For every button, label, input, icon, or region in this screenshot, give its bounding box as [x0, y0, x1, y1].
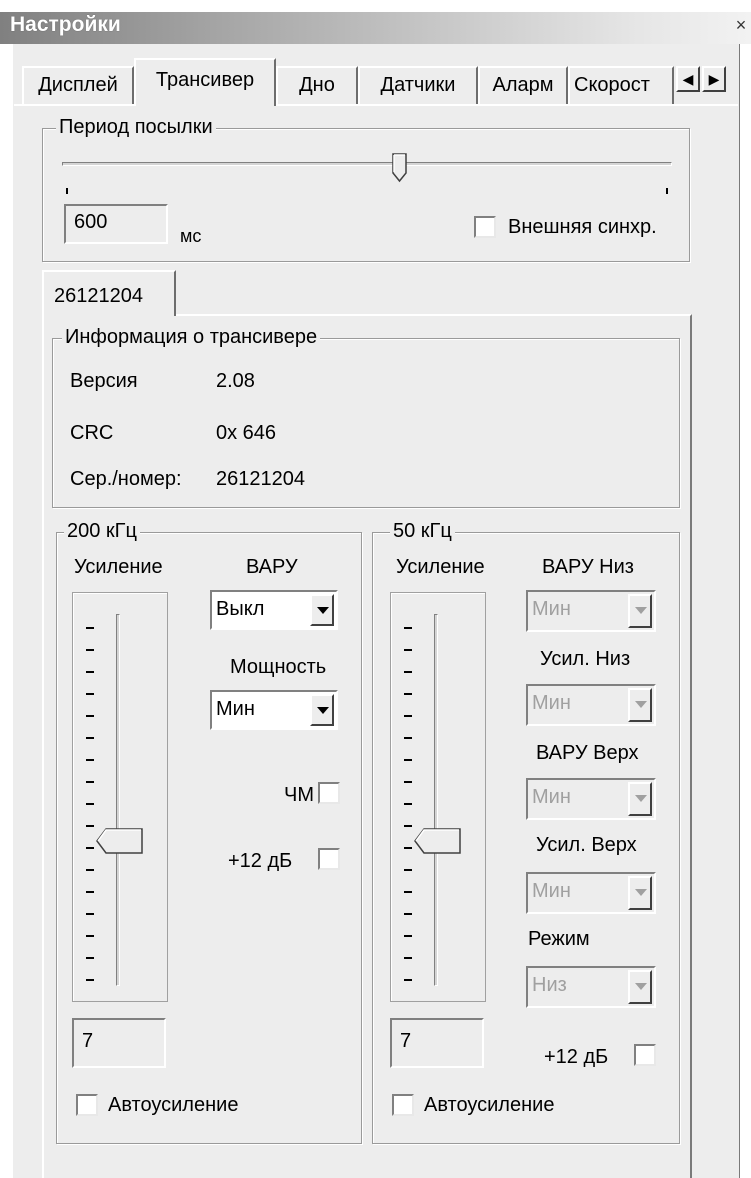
- freq50-gain-value-field: 7: [390, 1018, 484, 1068]
- tab-transceiver-serial[interactable]: 26121204: [42, 270, 176, 316]
- freq50-gain-low-label: Усил. Низ: [540, 648, 631, 670]
- chevron-down-icon[interactable]: [628, 594, 652, 628]
- period-slider-track[interactable]: [62, 162, 672, 166]
- info-group-label: Информация о трансивере: [62, 326, 321, 348]
- tab-strip-divider: [14, 104, 738, 106]
- tab-bottom[interactable]: Дно: [276, 66, 358, 104]
- tab-label: Аларм: [492, 74, 554, 96]
- period-slider-thumb[interactable]: [392, 153, 408, 183]
- tab-label: Дно: [299, 74, 335, 96]
- freq50-plus12-label: +12 дБ: [544, 1046, 609, 1068]
- tab-scroll-left-icon[interactable]: ◀: [676, 66, 700, 92]
- freq50-gain-label: Усиление: [396, 556, 485, 578]
- tab-label: Скорост: [574, 74, 650, 96]
- period-group-label: Период посылки: [56, 116, 216, 138]
- chevron-down-icon[interactable]: [628, 876, 652, 910]
- tab-scroll-right-icon[interactable]: ▶: [702, 66, 726, 92]
- tab-sensors[interactable]: Датчики: [358, 66, 478, 104]
- freq50-gain-thumb[interactable]: [414, 828, 462, 854]
- tab-speed[interactable]: Скорост: [568, 66, 674, 104]
- freq200-chm-checkbox[interactable]: [318, 782, 340, 804]
- freq200-gain-label: Усиление: [74, 556, 163, 578]
- chevron-down-icon[interactable]: [628, 688, 652, 722]
- freq50-gain-low-select[interactable]: Мин: [526, 684, 656, 726]
- freq50-varu-high-value: Мин: [532, 786, 571, 808]
- freq50-varu-low-label: ВАРУ Низ: [542, 556, 634, 578]
- ext-sync-label: Внешняя синхр.: [508, 216, 657, 238]
- freq50-gain-high-select[interactable]: Мин: [526, 872, 656, 914]
- slider-tick: [66, 188, 68, 194]
- slider-tick: [666, 188, 668, 194]
- freq200-gain-track[interactable]: [116, 614, 120, 986]
- freq50-varu-low-value: Мин: [532, 598, 571, 620]
- right-arrow-glyph: ▶: [708, 71, 720, 87]
- freq200-power-value: Мин: [216, 698, 255, 720]
- freq50-plus12-checkbox[interactable]: [634, 1044, 656, 1066]
- info-version-value: 2.08: [216, 370, 255, 392]
- tab-label: Дисплей: [38, 74, 118, 96]
- freq200-autogain-label: Автоусиление: [108, 1094, 239, 1116]
- info-serial-key: Сер./номер:: [70, 468, 182, 490]
- freq50-gain-high-value: Мин: [532, 880, 571, 902]
- freq200-power-label: Мощность: [230, 656, 327, 678]
- tab-label: Трансивер: [155, 69, 255, 91]
- freq50-gain-ticks: [402, 610, 414, 990]
- info-serial-value: 26121204: [216, 468, 305, 490]
- window-title: Настройки: [10, 13, 121, 36]
- info-version-key: Версия: [70, 370, 138, 392]
- info-crc-key: CRC: [70, 422, 114, 444]
- freq50-gain-high-label: Усил. Верх: [536, 834, 637, 856]
- freq50-mode-select[interactable]: Низ: [526, 966, 656, 1008]
- ext-sync-checkbox[interactable]: [474, 216, 496, 238]
- left-arrow-glyph: ◀: [682, 71, 694, 87]
- chevron-down-icon[interactable]: [310, 594, 334, 626]
- close-icon[interactable]: ×: [733, 14, 749, 38]
- freq200-varu-label: ВАРУ: [246, 556, 298, 578]
- freq50-varu-high-select[interactable]: Мин: [526, 778, 656, 820]
- freq200-autogain-checkbox[interactable]: [76, 1094, 98, 1116]
- tab-transceiver[interactable]: Трансивер: [134, 58, 276, 106]
- freq50-autogain-label: Автоусиление: [424, 1094, 555, 1116]
- freq200-plus12-checkbox[interactable]: [318, 848, 340, 870]
- freq50-gain-low-value: Мин: [532, 692, 571, 714]
- freq200-plus12-label: +12 дБ: [228, 850, 293, 872]
- period-value-field: 600: [64, 204, 168, 244]
- freq50-mode-label: Режим: [528, 928, 590, 950]
- freq200-gain-value-field: 7: [72, 1018, 166, 1068]
- freq200-varu-value: Выкл: [216, 598, 265, 620]
- freq50-gain-track[interactable]: [434, 614, 438, 986]
- tab-alarm[interactable]: Аларм: [478, 66, 568, 104]
- freq200-group-label: 200 кГц: [64, 520, 140, 542]
- freq50-varu-high-label: ВАРУ Верх: [536, 742, 639, 764]
- transceiver-tab-label: 26121204: [54, 285, 143, 307]
- tab-label: Датчики: [380, 74, 456, 96]
- freq200-chm-label: ЧМ: [284, 784, 314, 806]
- freq50-group-label: 50 кГц: [390, 520, 455, 542]
- freq200-gain-ticks: [84, 610, 96, 990]
- tab-display[interactable]: Дисплей: [22, 66, 134, 104]
- chevron-down-icon[interactable]: [628, 782, 652, 816]
- freq200-power-select[interactable]: Мин: [210, 690, 338, 730]
- chevron-down-icon[interactable]: [310, 694, 334, 726]
- freq50-mode-value: Низ: [532, 974, 567, 996]
- title-bar: Настройки ×: [0, 12, 751, 44]
- period-unit-label: мс: [180, 226, 202, 246]
- chevron-down-icon[interactable]: [628, 970, 652, 1004]
- freq200-varu-select[interactable]: Выкл: [210, 590, 338, 630]
- freq50-autogain-checkbox[interactable]: [392, 1094, 414, 1116]
- freq50-varu-low-select[interactable]: Мин: [526, 590, 656, 632]
- info-crc-value: 0x 646: [216, 422, 277, 444]
- freq200-gain-thumb[interactable]: [96, 828, 144, 854]
